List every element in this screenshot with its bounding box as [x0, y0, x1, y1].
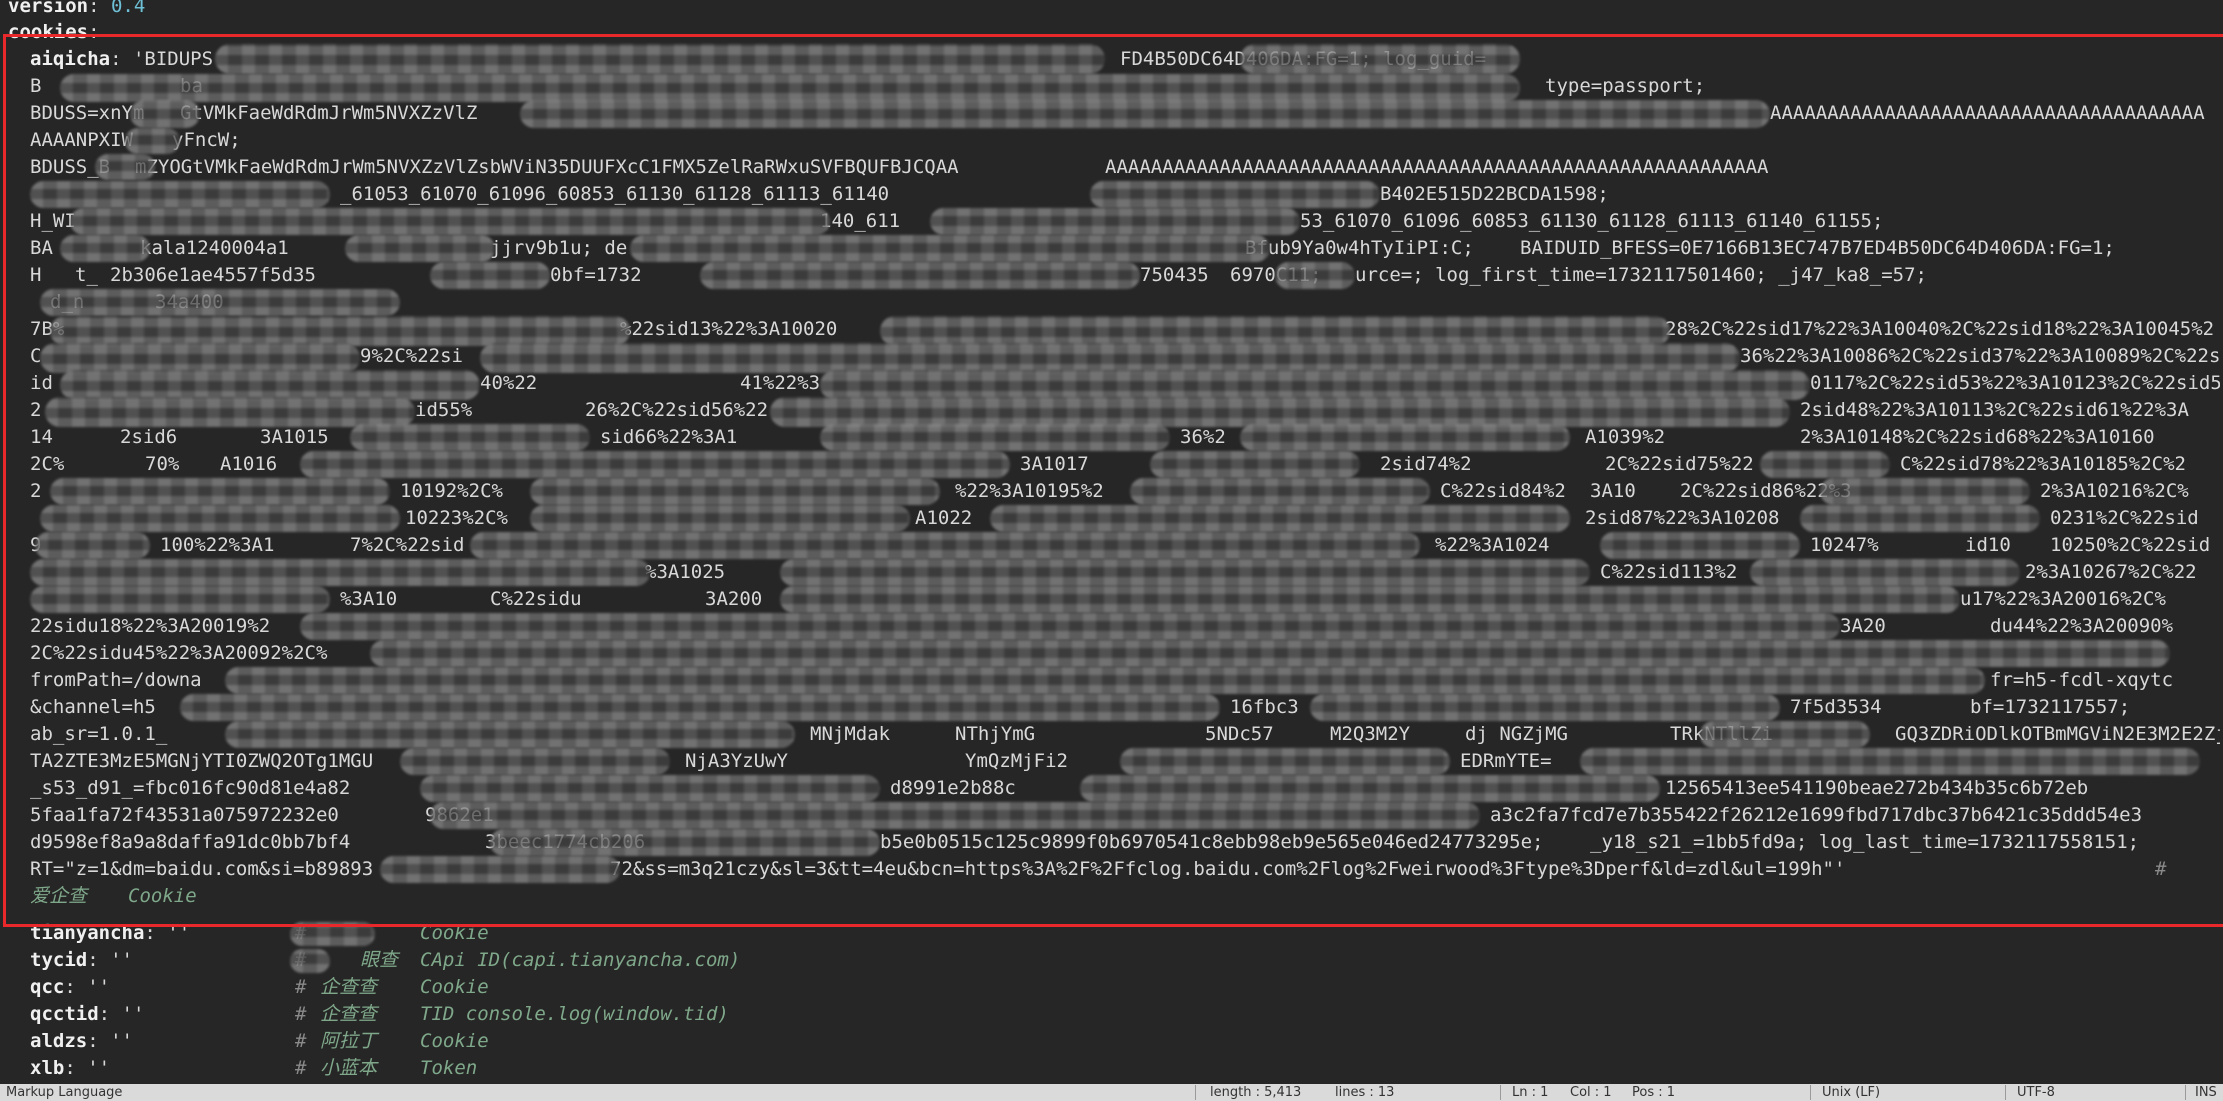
- code-line: qcctid: '' # 企查查 TID console.log(window.tid…: [30, 1003, 729, 1025]
- redaction-blur: [530, 505, 910, 532]
- column-indicator: Col : 1: [1570, 1085, 1612, 1100]
- redaction-blur: [930, 208, 1300, 235]
- redaction-blur: [125, 128, 180, 154]
- redaction-blur: [990, 505, 1570, 532]
- redaction-blur: [225, 721, 795, 748]
- redaction-blur: [470, 532, 1420, 559]
- lines-indicator: lines : 13: [1335, 1085, 1395, 1100]
- redaction-blur: [60, 235, 150, 262]
- redaction-blur: [290, 922, 375, 946]
- redaction-blur: [1090, 181, 1380, 208]
- redaction-blur: [820, 424, 1170, 451]
- redaction-blur: [700, 262, 1140, 289]
- redaction-blur: [215, 44, 1105, 74]
- redaction-blur: [1700, 721, 1870, 748]
- code-line: d9598ef8a9a8daffa91dc0bb7bf43beec1774cb2…: [30, 831, 2140, 853]
- redaction-blur: [1750, 559, 2020, 586]
- redaction-blur: [180, 694, 1220, 721]
- code-line: RT="z=1&dm=baidu.com&si=b89893 72&ss=m3q2…: [30, 858, 2167, 880]
- code-line: AAAANPXIW yFncW;: [30, 129, 241, 151]
- redaction-blur: [1240, 44, 1520, 74]
- redaction-blur: [345, 235, 495, 262]
- redaction-blur: [400, 748, 670, 775]
- redaction-blur: [430, 262, 550, 289]
- line-indicator: Ln : 1: [1512, 1085, 1549, 1100]
- redaction-blur: [1600, 532, 1800, 559]
- redaction-blur: [1240, 424, 1570, 451]
- code-line: version: 0.4: [8, 0, 146, 17]
- code-line: aldzs: '' # 阿拉丁 Cookie: [30, 1030, 489, 1052]
- redaction-blur: [490, 829, 880, 856]
- code-line: qcc: '' # 企查查 Cookie: [30, 976, 489, 998]
- redaction-blur: [50, 478, 390, 505]
- redaction-blur: [430, 802, 1480, 829]
- redaction-blur: [30, 559, 650, 586]
- code-line: cookies:: [8, 21, 100, 43]
- redaction-blur: [350, 424, 590, 451]
- code-editor[interactable]: version: 0.4 cookies: aiqicha: 'BIDUPSFD…: [0, 0, 2223, 1084]
- redaction-blur: [95, 154, 155, 180]
- redaction-blur: [50, 316, 630, 346]
- redaction-blur: [1760, 451, 1890, 478]
- redaction-blur: [1080, 775, 1660, 802]
- redaction-blur: [1580, 748, 2200, 775]
- redaction-blur: [130, 100, 200, 128]
- redaction-blur: [770, 397, 1790, 427]
- redaction-blur: [1310, 694, 1780, 721]
- redaction-blur: [225, 667, 1985, 694]
- redaction-blur: [70, 208, 830, 235]
- redaction-blur: [1120, 748, 1450, 775]
- redaction-blur: [30, 586, 330, 613]
- redaction-blur: [1800, 505, 2040, 532]
- redaction-blur: [1150, 451, 1360, 478]
- code-line: 爱企查 Cookie: [30, 885, 197, 907]
- redaction-blur: [300, 613, 1840, 640]
- code-line: BDUSS_B mZYOGtVMkFaeWdRdmJrWm5NVXZzVlZsbW…: [30, 156, 1769, 178]
- redaction-blur: [40, 289, 400, 316]
- redaction-blur: [1820, 478, 2030, 505]
- redaction-blur: [35, 532, 150, 559]
- code-line: xlb: '' # 小蓝本 Token: [30, 1057, 478, 1079]
- redaction-blur: [780, 586, 1960, 613]
- status-bar: Markup Language length : 5,413 lines : 1…: [0, 1084, 2223, 1101]
- encoding-indicator[interactable]: UTF-8: [2017, 1084, 2055, 1101]
- insert-mode[interactable]: INS: [2195, 1084, 2217, 1101]
- eol-format[interactable]: Unix (LF): [1822, 1084, 1880, 1101]
- language-mode[interactable]: Markup Language: [6, 1084, 122, 1101]
- redaction-blur: [60, 370, 480, 400]
- length-indicator: length : 5,413: [1210, 1085, 1302, 1100]
- redaction-blur: [530, 478, 940, 505]
- redaction-blur: [1275, 262, 1355, 289]
- redaction-blur: [30, 181, 330, 208]
- redaction-blur: [40, 343, 360, 373]
- redaction-blur: [290, 949, 330, 973]
- redaction-blur: [1130, 478, 1430, 505]
- redaction-blur: [520, 100, 1770, 128]
- redaction-blur: [60, 74, 1520, 102]
- redaction-blur: [45, 397, 415, 427]
- position-indicator: Pos : 1: [1632, 1085, 1676, 1100]
- redaction-blur: [630, 235, 1270, 262]
- redaction-blur: [40, 505, 400, 532]
- redaction-blur: [480, 343, 1740, 373]
- redaction-blur: [300, 451, 1010, 478]
- redaction-blur: [820, 370, 1810, 400]
- redaction-blur: [380, 856, 620, 883]
- redaction-blur: [420, 775, 880, 802]
- redaction-blur: [880, 316, 1670, 346]
- redaction-blur: [370, 640, 2170, 667]
- code-line: tycid: ''#眼查CApi ID(capi.tianyancha.com): [30, 949, 741, 971]
- redaction-blur: [780, 559, 1590, 586]
